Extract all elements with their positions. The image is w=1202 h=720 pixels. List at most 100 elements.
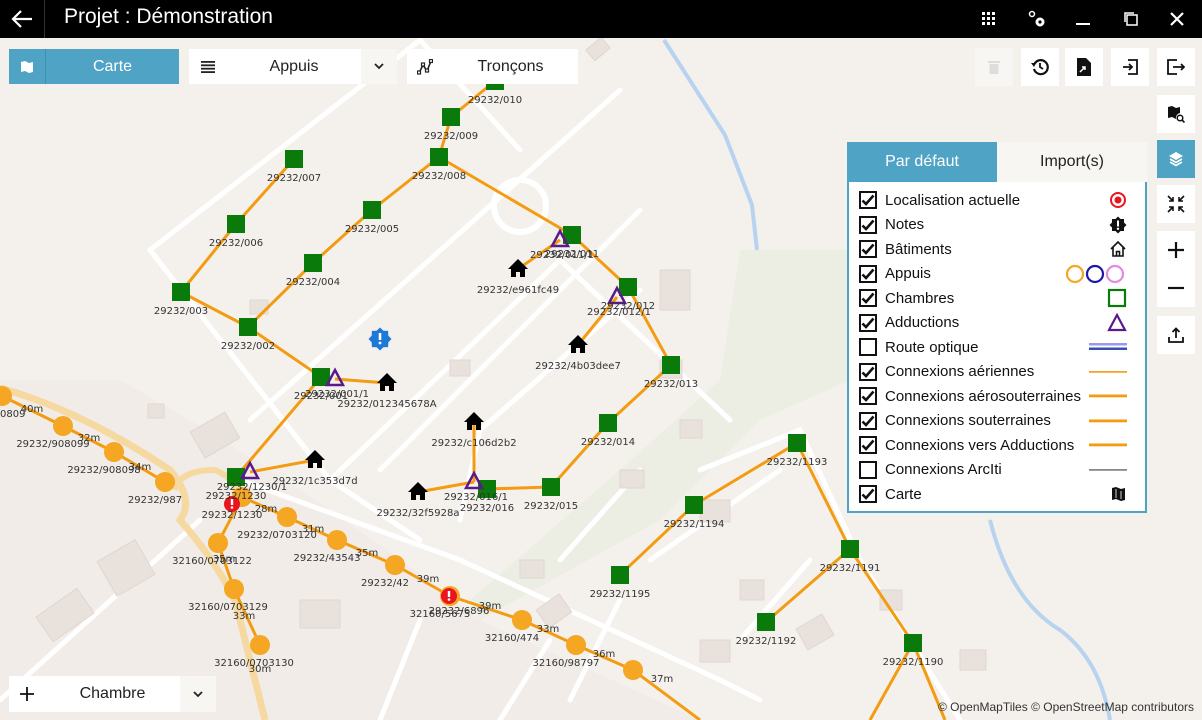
add-button[interactable] (9, 676, 45, 712)
map-label: 29232/009 (424, 131, 478, 142)
line-icon (1089, 419, 1127, 423)
legend-item[interactable]: Appuis (849, 262, 1145, 287)
layer-checkbox[interactable] (859, 485, 877, 504)
layer-checkbox[interactable] (859, 313, 877, 332)
chambre-marker[interactable] (172, 283, 190, 301)
tab-par-defaut[interactable]: Par défaut (847, 142, 997, 182)
legend-item[interactable]: Connexions vers Adductions (849, 433, 1145, 458)
carte-button[interactable]: Carte (9, 49, 179, 84)
legend-item[interactable]: Notes (849, 213, 1145, 238)
appui-marker[interactable] (155, 472, 175, 492)
appui-marker[interactable] (623, 660, 643, 680)
layer-checkbox[interactable] (859, 264, 877, 283)
legend-item[interactable]: Connexions ArcIti (849, 458, 1145, 483)
layer-checkbox[interactable] (859, 215, 877, 234)
zoom-in-button[interactable] (1157, 231, 1195, 269)
chambre-marker[interactable] (788, 434, 806, 452)
object-type-dropdown[interactable] (180, 676, 216, 712)
layer-checkbox[interactable] (859, 460, 877, 479)
legend-item[interactable]: Connexions souterraines (849, 409, 1145, 434)
map-label: 29232/002 (221, 341, 275, 352)
tab-imports[interactable]: Import(s) (997, 142, 1147, 182)
chambre-marker[interactable] (841, 540, 859, 558)
appui-marker[interactable] (327, 530, 347, 550)
legend-item[interactable]: Bâtiments (849, 237, 1145, 262)
chambre-marker[interactable] (757, 613, 775, 631)
legend-symbol (1065, 264, 1127, 284)
layers-button[interactable] (1157, 140, 1195, 178)
appui-marker[interactable] (277, 507, 297, 527)
note-icon[interactable] (368, 327, 392, 351)
chambre-marker[interactable] (599, 414, 617, 432)
login-button[interactable] (1111, 48, 1149, 86)
map-label: 29232/1190 (883, 657, 944, 668)
layer-checkbox[interactable] (859, 191, 877, 210)
map-label: 29232/005 (345, 224, 399, 235)
appui-marker[interactable] (208, 533, 228, 553)
zoom-out-button[interactable] (1157, 269, 1195, 307)
checkmark-icon (861, 219, 875, 231)
title-bar: Projet : Démonstration (0, 0, 1202, 38)
chambre-marker[interactable] (619, 278, 637, 296)
distance-label: 30m (249, 664, 271, 675)
chambre-marker[interactable] (363, 201, 381, 219)
legend-symbol (1089, 366, 1127, 378)
legend-item[interactable]: Chambres (849, 286, 1145, 311)
chambre-marker[interactable] (904, 634, 922, 652)
alert-icon[interactable] (441, 588, 457, 604)
chevron-down-icon[interactable] (361, 49, 397, 84)
appui-marker[interactable] (385, 555, 405, 575)
minimize-button[interactable] (1060, 0, 1106, 38)
legend-item[interactable]: Adductions (849, 311, 1145, 336)
map-search-button[interactable] (1157, 95, 1195, 133)
legend-item[interactable]: Carte (849, 482, 1145, 507)
close-button[interactable] (1154, 0, 1200, 38)
layer-checkbox[interactable] (859, 240, 877, 259)
layer-checkbox[interactable] (859, 436, 877, 455)
layer-checkbox[interactable] (859, 338, 877, 357)
legend-item[interactable]: Connexions aérosouterraines (849, 384, 1145, 409)
layer-checkbox[interactable] (859, 411, 877, 430)
chambre-marker[interactable] (542, 478, 560, 496)
settings-button[interactable] (1014, 0, 1060, 38)
troncons-button[interactable]: Tronçons (407, 49, 578, 84)
map-attribution[interactable]: © OpenMapTiles © OpenStreetMap contribut… (938, 700, 1194, 714)
legend-item[interactable]: Connexions aériennes (849, 360, 1145, 385)
layer-checkbox[interactable] (859, 387, 877, 406)
apps-grid-button[interactable] (966, 0, 1012, 38)
appuis-dropdown[interactable]: Appuis (189, 49, 397, 84)
layer-checkbox[interactable] (859, 362, 877, 381)
collapse-button[interactable] (1157, 185, 1195, 223)
chambre-marker[interactable] (227, 215, 245, 233)
file-export-button[interactable] (1065, 48, 1103, 86)
chambre-marker[interactable] (662, 356, 680, 374)
checkmark-icon (861, 415, 875, 427)
chambre-marker[interactable] (442, 108, 460, 126)
chambre-marker[interactable] (430, 148, 448, 166)
appui-marker[interactable] (250, 635, 270, 655)
connection-line[interactable] (486, 485, 552, 491)
chambre-marker[interactable] (285, 150, 303, 168)
map-label: 29232/003 (154, 306, 208, 317)
appui-marker[interactable] (512, 610, 532, 630)
map-label: 32160/474 (485, 633, 539, 644)
legend-item-label: Route optique (885, 338, 979, 356)
appui-marker[interactable] (224, 579, 244, 599)
logout-button[interactable] (1157, 48, 1195, 86)
chambre-marker[interactable] (685, 496, 703, 514)
layer-checkbox[interactable] (859, 289, 877, 308)
appui-marker[interactable] (104, 442, 124, 462)
chambre-marker[interactable] (304, 254, 322, 272)
back-button[interactable] (0, 0, 45, 38)
upload-button[interactable] (1157, 316, 1195, 354)
chambre-marker[interactable] (239, 318, 257, 336)
appui-marker[interactable] (53, 416, 73, 436)
legend-item[interactable]: Route optique (849, 335, 1145, 360)
restore-button[interactable] (1108, 0, 1154, 38)
map-search-icon (1168, 106, 1185, 123)
chambre-marker[interactable] (611, 566, 629, 584)
delete-button[interactable] (975, 48, 1013, 86)
appui-marker[interactable] (566, 635, 586, 655)
legend-item[interactable]: Localisation actuelle (849, 188, 1145, 213)
history-button[interactable] (1021, 48, 1059, 86)
